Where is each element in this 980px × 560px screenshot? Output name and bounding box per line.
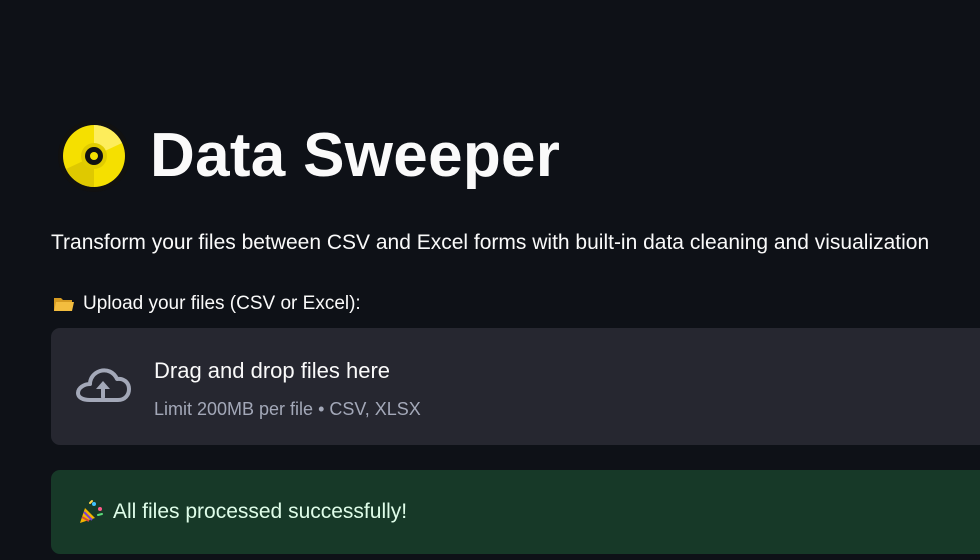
folder-icon (54, 298, 74, 311)
upload-label-row: Upload your files (CSV or Excel): (53, 291, 361, 317)
upload-label: Upload your files (CSV or Excel): (83, 293, 361, 314)
success-alert: All files processed successfully! (51, 470, 980, 554)
dropzone-limit: Limit 200MB per file • CSV, XLSX (154, 399, 421, 419)
optical-disc-icon (58, 120, 130, 192)
party-popper-icon (80, 500, 103, 523)
page-title: Data Sweeper (150, 121, 561, 190)
cloud-upload-icon (76, 368, 131, 402)
file-dropzone[interactable]: Drag and drop files here Limit 200MB per… (51, 328, 980, 445)
dropzone-title: Drag and drop files here (154, 358, 391, 383)
page-subtitle: Transform your files between CSV and Exc… (51, 231, 930, 254)
success-message: All files processed successfully! (113, 500, 408, 523)
app-main: Data Sweeper Transform your files betwee… (0, 0, 980, 560)
title-row: Data Sweeper (56, 118, 560, 194)
